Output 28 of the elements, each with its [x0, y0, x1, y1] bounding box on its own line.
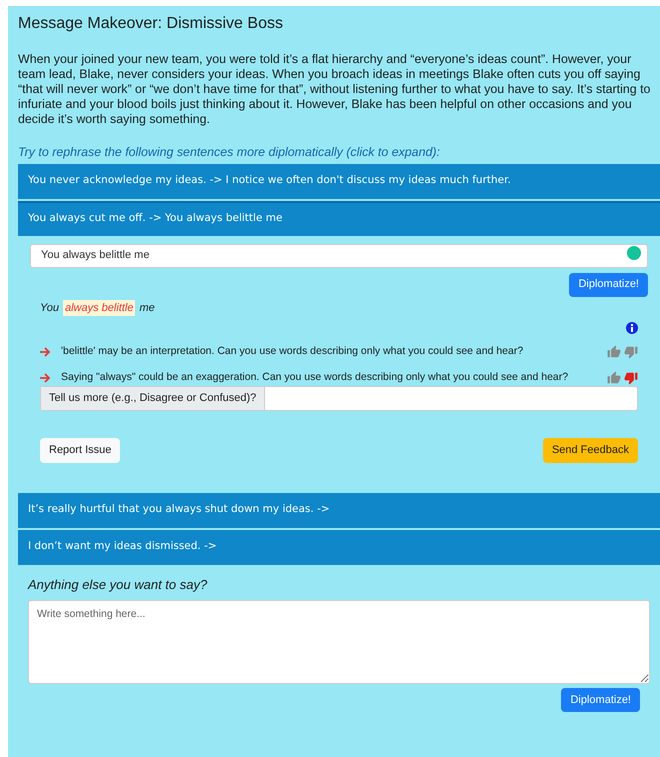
message-textarea[interactable]: Write something here...: [28, 600, 650, 684]
field-label: Tell us more (e.g., Disagree or Confused)?: [41, 386, 266, 410]
report-issue-button[interactable]: Report Issue: [40, 438, 120, 463]
diplomatize-button[interactable]: Diplomatize!: [561, 688, 640, 712]
arrow-icon: [40, 346, 51, 357]
thumbs-down-icon[interactable]: [624, 344, 638, 359]
analysis-word: You: [40, 300, 59, 316]
accordion-header[interactable]: You always cut me off. -> You always belittle me: [18, 200, 660, 236]
accordion-header[interactable]: It’s really hurtful that you always shut down my ideas. ->: [18, 492, 660, 528]
thumbs-up-icon[interactable]: [607, 344, 621, 359]
rephrase-field[interactable]: You always belittle me: [30, 244, 648, 268]
accordion-header[interactable]: I don’t want my ideas dismissed. ->: [18, 530, 660, 565]
analysis-word: me: [139, 300, 155, 316]
suggestion-text: 'belittle' may be an interpretation. Can you use words describing only what you could see and hear?: [61, 344, 524, 360]
scenario-text: When your joined your new team, you were told it’s a flat hierarchy and “everyone’s ideas count”. However, your team lead, Blake, never considers your ideas. When you broach ideas in meetings Blake often cuts you off saying “that will never work” or “we don’t have time for that”, without listening further to what you have to say. It’s starting to infuriate and your blood boils just thinking about it. However, Blake has been helpful on other occasions and you decide it’s worth saying something.: [18, 52, 652, 127]
thumbs-down-icon[interactable]: [624, 370, 638, 385]
arrow-icon: [40, 372, 51, 383]
send-feedback-button[interactable]: Send Feedback: [542, 438, 638, 463]
suggestion-text: Saying "always" could be an exaggeration. Can you use words describing only what you could see and hear?: [61, 370, 570, 385]
instructions-text: Try to rephrase the following sentences more diplomatically (click to expand):: [18, 144, 441, 161]
tell-more-field[interactable]: Tell us more (e.g., Disagree or Confused)?: [40, 386, 638, 411]
thumbs-up-icon[interactable]: [607, 370, 621, 385]
flagged-phrase: always belittle: [62, 300, 136, 316]
accordion-header[interactable]: You never acknowledge my ideas. -> I notice we often don't discuss my ideas much further.: [18, 164, 660, 199]
prompt-text: Anything else you want to say?: [28, 576, 208, 594]
page-title: Message Makeover: Dismissive Boss: [18, 14, 284, 34]
diplomatize-button[interactable]: Diplomatize!: [569, 272, 648, 297]
info-icon[interactable]: [626, 322, 638, 334]
